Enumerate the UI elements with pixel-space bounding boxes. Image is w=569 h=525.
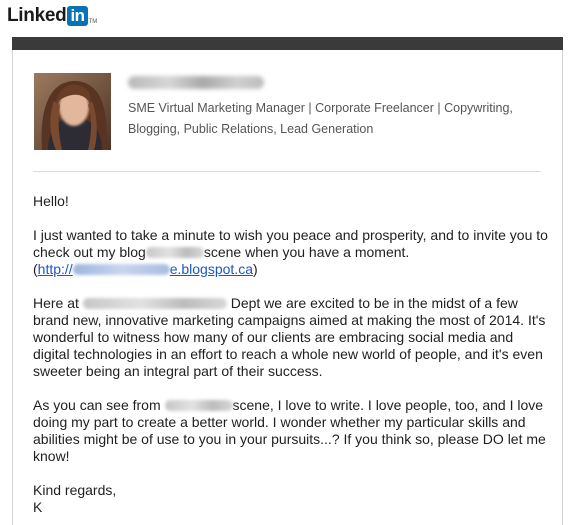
blog-link[interactable]: http:// e.blogspot.ca	[38, 261, 253, 277]
divider	[33, 171, 541, 172]
signature-initial: K	[33, 499, 43, 515]
sender-headline: SME Virtual Marketing Manager | Corporat…	[128, 101, 513, 136]
logo-wordmark: Linked	[7, 5, 67, 26]
message-closing: Kind regards, K	[33, 482, 553, 516]
message-greeting: Hello!	[33, 193, 69, 209]
avatar-photo	[34, 73, 111, 150]
closing-text: Kind regards,	[33, 482, 117, 498]
header-bar	[12, 37, 563, 50]
message-paragraph-2: Here at Dept we are excited to be in the…	[33, 295, 553, 380]
p1-text-b: scene when you have a moment.	[203, 244, 410, 260]
redacted-company-name	[82, 298, 227, 309]
logo-trademark: TM	[88, 19, 98, 25]
card-border-right	[562, 50, 563, 525]
blog-link-prefix: http://	[37, 261, 73, 277]
blog-link-suffix: e.blogspot.ca	[169, 261, 253, 277]
p3-text-a: As you can see from	[33, 397, 161, 413]
message-body: Hello! I just wanted to take a minute to…	[33, 193, 553, 516]
card-border-left	[12, 50, 13, 525]
linkedin-message-view: Linked in TM SME Virtual Marketing Manag…	[0, 0, 569, 525]
p2-text-a: Here at	[33, 295, 79, 311]
linkedin-logo[interactable]: Linked in TM	[7, 5, 97, 27]
p1-close-paren: )	[253, 261, 258, 277]
message-paragraph-3: As you can see from scene, I love to wri…	[33, 397, 553, 465]
sender-avatar[interactable]	[34, 73, 111, 150]
redacted-link-domain	[72, 264, 170, 275]
logo-in-badge: in	[67, 6, 88, 26]
redacted-blog-name-2	[164, 400, 233, 411]
redacted-blog-name	[145, 247, 204, 258]
message-paragraph-1: I just wanted to take a minute to wish y…	[33, 227, 553, 278]
sender-name-redacted[interactable]	[128, 76, 264, 89]
